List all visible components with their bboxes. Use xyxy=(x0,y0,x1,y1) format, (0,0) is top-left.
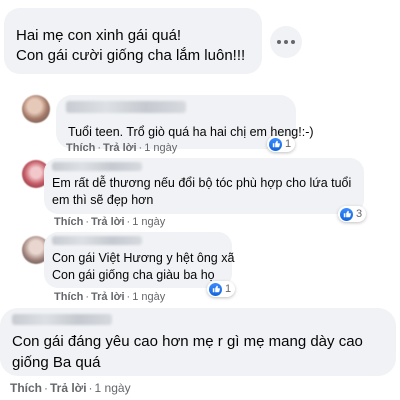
commenter-name-blurred[interactable] xyxy=(12,314,112,325)
more-options-button[interactable] xyxy=(270,26,302,58)
like-action[interactable]: Thích xyxy=(54,216,83,228)
like-thumb-icon xyxy=(269,137,282,151)
reaction-count-badge[interactable]: 1 xyxy=(207,281,236,297)
reply-action[interactable]: Trả lời xyxy=(91,216,125,228)
comment-actions: Thích · Trả lời · 1 ngày xyxy=(10,381,131,395)
reaction-count: 1 xyxy=(285,138,292,150)
comment-bubble: Hai mẹ con xinh gái quá! Con gái cười gi… xyxy=(4,8,262,74)
comment-text-line: Hai mẹ con xinh gái quá! xyxy=(16,27,182,44)
like-action[interactable]: Thích xyxy=(66,142,95,154)
reaction-count: 1 xyxy=(225,283,232,295)
comment-text-line: giống Ba quá xyxy=(12,354,101,371)
comment-bubble: Tuổi teen. Trổ giò quá ha hai chị em hen… xyxy=(56,95,314,149)
like-thumb-icon xyxy=(340,207,353,221)
comment-text-line: Em rất dễ thương nếu đổi bộ tóc phù hợp … xyxy=(52,176,352,190)
comment-actions: Thích · Trả lời · 1 ngày xyxy=(66,142,178,154)
comment-age[interactable]: 1 ngày xyxy=(132,216,165,228)
comment-text-line: Con gái đáng yêu cao hơn mẹ r gì mẹ mang… xyxy=(12,333,363,350)
like-thumb-icon xyxy=(209,282,222,296)
comment-text-line: em thì sẽ đẹp hơn xyxy=(52,193,154,207)
commenter-name-blurred[interactable] xyxy=(66,101,186,113)
comment-bubble: Con gái đáng yêu cao hơn mẹ r gì mẹ mang… xyxy=(0,308,396,376)
comment-bubble: Em rất dễ thương nếu đổi bộ tóc phù hợp … xyxy=(44,158,364,214)
comment-age[interactable]: 1 ngày xyxy=(132,291,165,303)
reaction-count-badge[interactable]: 3 xyxy=(338,206,367,222)
reply-action[interactable]: Trả lời xyxy=(91,291,125,303)
reaction-count: 3 xyxy=(356,208,363,220)
more-options-icon xyxy=(277,40,295,44)
comment-age[interactable]: 1 ngày xyxy=(95,381,131,395)
avatar[interactable] xyxy=(22,95,50,123)
comment-text-line: Con gái Việt Hương y hệt ông xã xyxy=(52,251,235,265)
comment-text-line: Con gái cười giống cha lắm luôn!!! xyxy=(16,47,246,64)
comment-text-line: Con gái giống cha giàu ba họ xyxy=(52,268,215,282)
comment-actions: Thích · Trả lời · 1 ngày xyxy=(54,291,166,303)
like-action[interactable]: Thích xyxy=(54,291,83,303)
reaction-count-badge[interactable]: 1 xyxy=(267,136,296,152)
commenter-name-blurred[interactable] xyxy=(52,236,142,245)
reply-action[interactable]: Trả lời xyxy=(50,381,87,395)
comment-actions: Thích · Trả lời · 1 ngày xyxy=(54,216,166,228)
comment-bubble: Con gái Việt Hương y hệt ông xã Con gái … xyxy=(44,232,235,288)
reply-action[interactable]: Trả lời xyxy=(103,142,137,154)
commenter-name-blurred[interactable] xyxy=(52,162,142,171)
comment-age[interactable]: 1 ngày xyxy=(144,142,177,154)
like-action[interactable]: Thích xyxy=(10,381,42,395)
